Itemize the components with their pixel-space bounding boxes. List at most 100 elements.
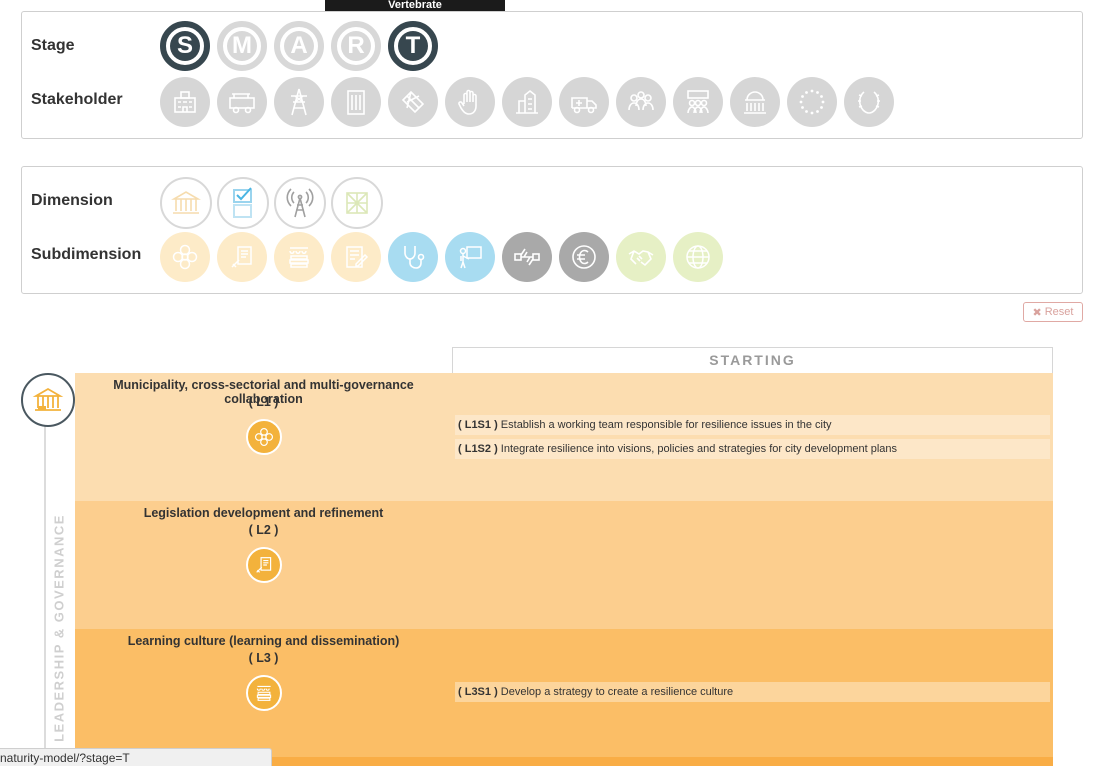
- subdimension-legislation-button[interactable]: [217, 232, 267, 282]
- item-text: Develop a strategy to create a resilienc…: [500, 686, 734, 698]
- teaching-board-icon: [459, 246, 482, 269]
- stage-r-letter: R: [341, 31, 371, 61]
- subdimension-partnership-button[interactable]: [616, 232, 666, 282]
- stakeholder-community-button[interactable]: [616, 77, 666, 127]
- stakeholder-citizens-button[interactable]: [673, 77, 723, 127]
- stage-stakeholder-panel: Stage Stakeholder S M A R T: [21, 11, 1083, 139]
- learning-icon: [256, 685, 272, 701]
- stakeholder-parliament-button[interactable]: [730, 77, 780, 127]
- subdimension-economy-button[interactable]: [559, 232, 609, 282]
- globe-network-icon: [686, 245, 710, 269]
- checklist-icon: [233, 187, 252, 218]
- legislation-icon: [256, 557, 272, 573]
- network-map-icon: [346, 192, 368, 214]
- citizens-icon: [687, 90, 709, 114]
- stage-t-button[interactable]: T: [388, 21, 438, 71]
- subdimension-collaboration-button[interactable]: [160, 232, 210, 282]
- governance-building-icon: [171, 191, 201, 214]
- reset-label: Reset: [1044, 306, 1074, 318]
- eu-stars-icon: [799, 89, 825, 115]
- section-l3: Learning culture (learning and dissemina…: [75, 629, 1053, 757]
- stage-a-letter: A: [284, 31, 314, 61]
- stage-m-button[interactable]: M: [217, 21, 267, 71]
- dimension-label: Dimension: [31, 192, 113, 209]
- section-code: ( L3 ): [248, 651, 279, 665]
- section-icon-button[interactable]: [246, 419, 282, 455]
- map-icon: [401, 90, 425, 114]
- fire-truck-icon: [229, 93, 255, 114]
- stakeholder-town-button[interactable]: [502, 77, 552, 127]
- item-code: ( L1S1 ): [458, 419, 498, 431]
- stakeholder-city-hall-button[interactable]: [160, 77, 210, 127]
- power-tower-icon: [291, 88, 307, 116]
- community-group-icon: [628, 91, 654, 111]
- pillar-governance-button[interactable]: [21, 373, 75, 427]
- city-hall-icon: [174, 91, 196, 113]
- subdimension-health-button[interactable]: [388, 232, 438, 282]
- stage-label: Stage: [31, 37, 75, 54]
- stakeholder-eu-button[interactable]: [787, 77, 837, 127]
- reset-button[interactable]: ✖ Reset: [1023, 302, 1083, 322]
- item-text: Integrate resilience into visions, polic…: [500, 443, 898, 455]
- stakeholder-power-tower-button[interactable]: [274, 77, 324, 127]
- list-item[interactable]: ( L3S1 ) Develop a strategy to create a …: [455, 682, 1050, 702]
- stage-s-letter: S: [170, 31, 200, 61]
- ambulance-icon: [571, 97, 597, 114]
- stethoscope-icon: [404, 246, 425, 269]
- section-code: ( L2 ): [248, 523, 279, 537]
- laurel-icon: [858, 91, 880, 114]
- stakeholder-label: Stakeholder: [31, 91, 123, 108]
- section-title: Learning culture (learning and dissemina…: [127, 634, 400, 648]
- section-icon-button[interactable]: [246, 675, 282, 711]
- stakeholder-ambulance-button[interactable]: [559, 77, 609, 127]
- stakeholder-hand-button[interactable]: [445, 77, 495, 127]
- connected-nodes-icon: [514, 248, 540, 266]
- dimension-antenna-button[interactable]: [274, 177, 326, 229]
- stakeholder-fire-truck-button[interactable]: [217, 77, 267, 127]
- list-item[interactable]: ( L1S2 ) Integrate resilience into visio…: [455, 439, 1050, 459]
- town-icon: [516, 89, 538, 114]
- dimension-governance-button[interactable]: [160, 177, 212, 229]
- stage-s-button[interactable]: S: [160, 21, 210, 71]
- flower-icon: [254, 427, 274, 447]
- subdimension-nodes-button[interactable]: [502, 232, 552, 282]
- antenna-tower-icon: [286, 188, 314, 218]
- column-header-starting: STARTING: [452, 347, 1053, 373]
- stakeholder-map-button[interactable]: [388, 77, 438, 127]
- section-title: Legislation development and refinement: [143, 506, 384, 520]
- section-l2: Legislation development and refinement (…: [75, 501, 1053, 629]
- subdimension-teaching-button[interactable]: [445, 232, 495, 282]
- section-l1: Municipality, cross-sectorial and multi-…: [75, 373, 1053, 501]
- handshake-icon: [628, 250, 654, 267]
- browser-status-url: naturity-model/?stage=T: [0, 748, 272, 766]
- subdimension-label: Subdimension: [31, 246, 142, 263]
- stakeholder-laurel-button[interactable]: [844, 77, 894, 127]
- stage-m-letter: M: [227, 31, 257, 61]
- subdimension-globe-button[interactable]: [673, 232, 723, 282]
- document-edit-icon: [346, 246, 369, 268]
- governance-building-icon: [32, 387, 64, 411]
- legislation-icon: [231, 246, 252, 268]
- stage-r-button[interactable]: R: [331, 21, 381, 71]
- close-icon: ✖: [1032, 306, 1042, 319]
- subdimension-learning-button[interactable]: [274, 232, 324, 282]
- stakeholder-building-button[interactable]: [331, 77, 381, 127]
- flower-icon: [172, 244, 198, 270]
- dimension-checklist-button[interactable]: [217, 177, 269, 229]
- dimension-panel: Dimension Subdimension: [21, 166, 1083, 294]
- item-code: ( L3S1 ): [458, 686, 498, 698]
- euro-icon: [572, 245, 596, 269]
- section-code: ( L1 ): [248, 395, 279, 409]
- subdimension-document-button[interactable]: [331, 232, 381, 282]
- hand-icon: [458, 89, 477, 115]
- item-text: Establish a working team responsible for…: [500, 419, 832, 431]
- stage-a-button[interactable]: A: [274, 21, 324, 71]
- section-icon-button[interactable]: [246, 547, 282, 583]
- pillar-timeline: [44, 425, 46, 766]
- stage-t-letter: T: [398, 31, 428, 61]
- list-item[interactable]: ( L1S1 ) Establish a working team respon…: [455, 415, 1050, 435]
- dimension-network-button[interactable]: [331, 177, 383, 229]
- learning-icon: [289, 247, 309, 268]
- item-code: ( L1S2 ): [458, 443, 498, 455]
- pillar-label: LEADERSHIP & GOVERNANCE: [51, 514, 67, 742]
